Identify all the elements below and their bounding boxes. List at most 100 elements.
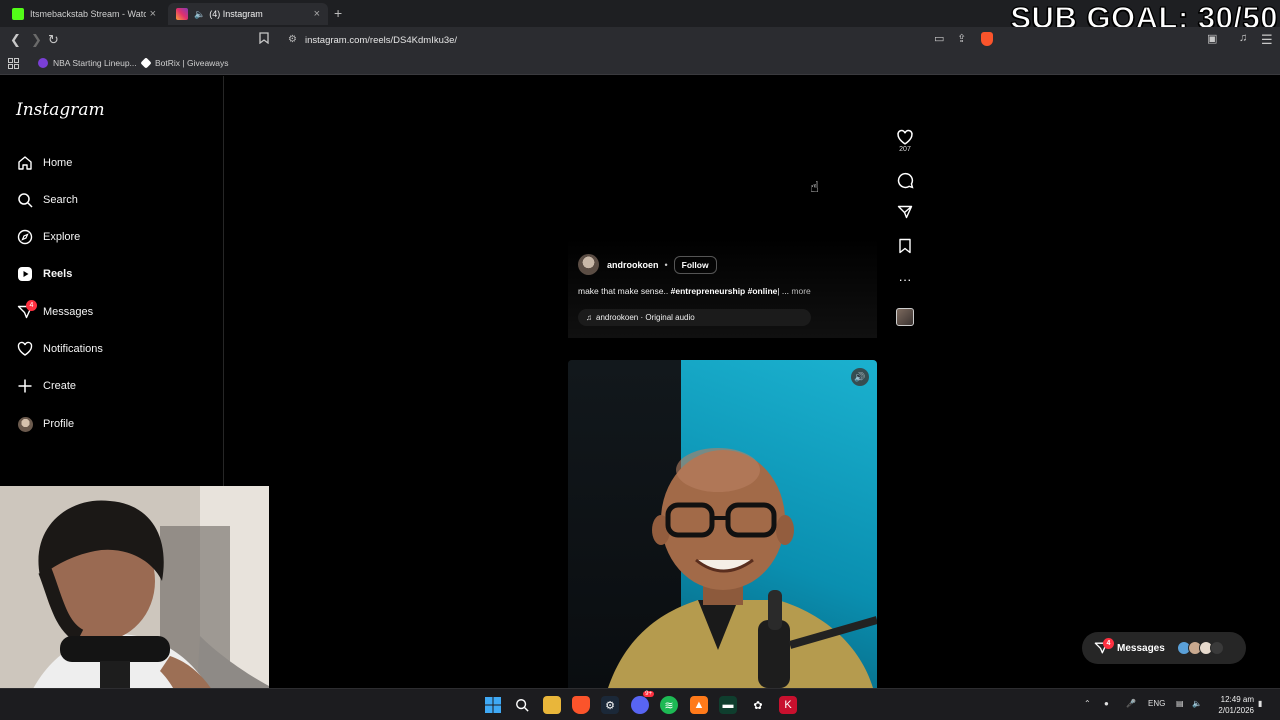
bookmark-nba[interactable]: NBA Starting Lineup... xyxy=(38,58,137,68)
sidebar-item-profile[interactable]: Profile xyxy=(16,412,74,436)
sidebar-item-label: Create xyxy=(43,380,77,392)
tab-close-icon[interactable]: × xyxy=(150,8,156,20)
system-clock[interactable]: 12:49 am 2/01/2026 xyxy=(1210,694,1254,716)
apps-grid-icon[interactable] xyxy=(8,58,19,69)
tab-close-icon[interactable]: × xyxy=(314,8,320,20)
sidebar-item-create[interactable]: Create xyxy=(16,374,76,398)
sidebar-item-home[interactable]: Home xyxy=(16,151,72,175)
caption-hashtags[interactable]: #entrepreneurship #online xyxy=(671,286,778,296)
comment-icon xyxy=(897,172,913,189)
bookmark-icon xyxy=(899,238,911,254)
reload-icon[interactable]: ↻ xyxy=(48,32,59,48)
windows-start-icon[interactable] xyxy=(484,696,502,714)
kick-favicon-icon xyxy=(12,8,24,20)
avatar xyxy=(16,415,34,433)
tab-title: (4) Instagram xyxy=(209,9,263,19)
audio-thumbnail[interactable] xyxy=(895,308,915,326)
caption-trunc: | ... xyxy=(777,286,792,296)
bookmark-label: NBA Starting Lineup... xyxy=(53,58,137,68)
separator: • xyxy=(664,259,668,270)
taskbar-search-icon[interactable] xyxy=(513,696,531,714)
reel-user-row: androokoen • Follow xyxy=(578,254,717,275)
caption-text: make that make sense.. xyxy=(578,286,671,296)
app-dark-icon[interactable]: ▬ xyxy=(719,696,737,714)
notification-center-icon[interactable]: ▮ xyxy=(1258,699,1262,708)
address-bar[interactable]: ⚙ instagram.com/reels/DS4KdmIku3e/ xyxy=(280,30,1000,50)
brave-browser-icon[interactable] xyxy=(572,696,590,714)
messages-label: Messages xyxy=(1117,642,1165,654)
compass-icon xyxy=(16,228,34,246)
steam-icon[interactable]: ⚙ xyxy=(601,696,619,714)
brave-shield-icon[interactable] xyxy=(981,32,993,46)
back-icon[interactable]: ❮ xyxy=(10,32,21,48)
site-info-icon[interactable]: ⚙ xyxy=(288,34,297,45)
reel-audio-pill[interactable]: ♫ androokoen · Original audio xyxy=(578,309,811,326)
sidebar-item-explore[interactable]: Explore xyxy=(16,225,80,249)
more-options-icon[interactable]: ··· xyxy=(895,272,915,287)
sidebar-item-label: Notifications xyxy=(43,343,103,355)
reel-caption[interactable]: make that make sense.. #entrepreneurship… xyxy=(578,286,811,296)
bookmark-botrix[interactable]: BotRix | Giveaways xyxy=(140,57,229,69)
sidebar-item-search[interactable]: Search xyxy=(16,188,78,212)
bookmarks-bar: NBA Starting Lineup... BotRix | Giveaway… xyxy=(0,53,1280,75)
tray-app-icon[interactable]: ● xyxy=(1104,699,1109,708)
wifi-icon[interactable]: ▤ xyxy=(1176,699,1184,708)
sidebar-item-label: Messages xyxy=(43,306,94,318)
tray-chevron-icon[interactable]: ⌃ xyxy=(1084,699,1091,708)
messages-floating-button[interactable]: 4 Messages xyxy=(1082,632,1246,664)
tab-instagram[interactable]: 🔈 (4) Instagram × xyxy=(168,3,328,25)
cast-icon[interactable]: ▭ xyxy=(934,32,944,45)
tab-kick-stream[interactable]: Itsmebackstab Stream - Watch Live o × xyxy=(4,3,164,25)
spotify-icon[interactable]: ≋ xyxy=(660,696,678,714)
like-count: 207 xyxy=(899,146,911,153)
sidebar-item-notifications[interactable]: Notifications xyxy=(16,337,103,361)
clock-time: 12:49 am xyxy=(1220,695,1254,704)
streamer-webcam xyxy=(0,486,269,720)
mute-toggle-icon[interactable]: 🔊 xyxy=(851,368,869,386)
reel-video-next[interactable]: 🔊 xyxy=(568,360,877,688)
url-text: instagram.com/reels/DS4KdmIku3e/ xyxy=(305,34,458,46)
instagram-favicon-icon xyxy=(176,8,188,20)
sidebar-toggle-icon[interactable]: ▣ xyxy=(1207,32,1217,45)
app-orange-icon[interactable]: ▲ xyxy=(690,696,708,714)
messages-icon: 4 xyxy=(16,300,37,321)
instagram-logo[interactable]: Instagram xyxy=(16,100,105,120)
streamer-webcam-image xyxy=(0,486,269,720)
discord-icon[interactable]: 9+ xyxy=(631,691,654,714)
sidebar-item-messages[interactable]: 4 Messages xyxy=(16,300,93,324)
reels-icon xyxy=(16,265,34,283)
speaker-icon[interactable]: 🔈 xyxy=(194,9,205,20)
file-explorer-icon[interactable] xyxy=(543,696,561,714)
bookmark-icon[interactable] xyxy=(259,32,269,47)
new-tab-icon[interactable]: + xyxy=(334,5,342,21)
save-button[interactable] xyxy=(895,238,915,254)
hand-cursor-icon: ☝ xyxy=(810,179,820,196)
menu-icon[interactable]: ☰ xyxy=(1261,32,1273,48)
app-settings-icon[interactable]: ✿ xyxy=(749,696,767,714)
reel-username[interactable]: androokoen xyxy=(607,260,659,270)
forward-icon[interactable]: ❯ xyxy=(31,32,42,48)
share-icon[interactable]: ⇪ xyxy=(957,32,966,45)
caption-more-link[interactable]: more xyxy=(791,286,810,296)
windows-taskbar: ⚙ 9+ ≋ ▲ ▬ ✿ K ⌃ ● 🎤 ENG ▤ 🔈 12:49 am 2/… xyxy=(0,688,1280,720)
tab-title: Itsmebackstab Stream - Watch Live o xyxy=(30,9,146,19)
messages-badge: 4 xyxy=(26,300,37,311)
comment-button[interactable] xyxy=(895,172,915,189)
language-indicator[interactable]: ENG xyxy=(1148,699,1165,708)
discord-badge: 9+ xyxy=(643,691,654,697)
volume-icon[interactable]: 🔈 xyxy=(1192,699,1202,708)
microphone-icon[interactable]: 🎤 xyxy=(1126,699,1136,708)
follow-button[interactable]: Follow xyxy=(673,255,717,274)
like-button[interactable]: 207 xyxy=(895,129,915,153)
search-icon xyxy=(16,191,34,209)
botrix-favicon-icon xyxy=(140,57,152,69)
sidebar-item-label: Search xyxy=(43,194,78,206)
avatar[interactable] xyxy=(578,254,599,275)
media-icon[interactable]: ♫ xyxy=(1239,32,1247,44)
share-button[interactable] xyxy=(895,204,915,220)
sidebar-item-reels[interactable]: Reels xyxy=(16,262,72,286)
reel-person-image xyxy=(608,448,877,688)
app-red-icon[interactable]: K xyxy=(779,696,797,714)
reel-video-current[interactable]: androokoen • Follow make that make sense… xyxy=(568,76,877,338)
heart-icon xyxy=(16,340,34,358)
